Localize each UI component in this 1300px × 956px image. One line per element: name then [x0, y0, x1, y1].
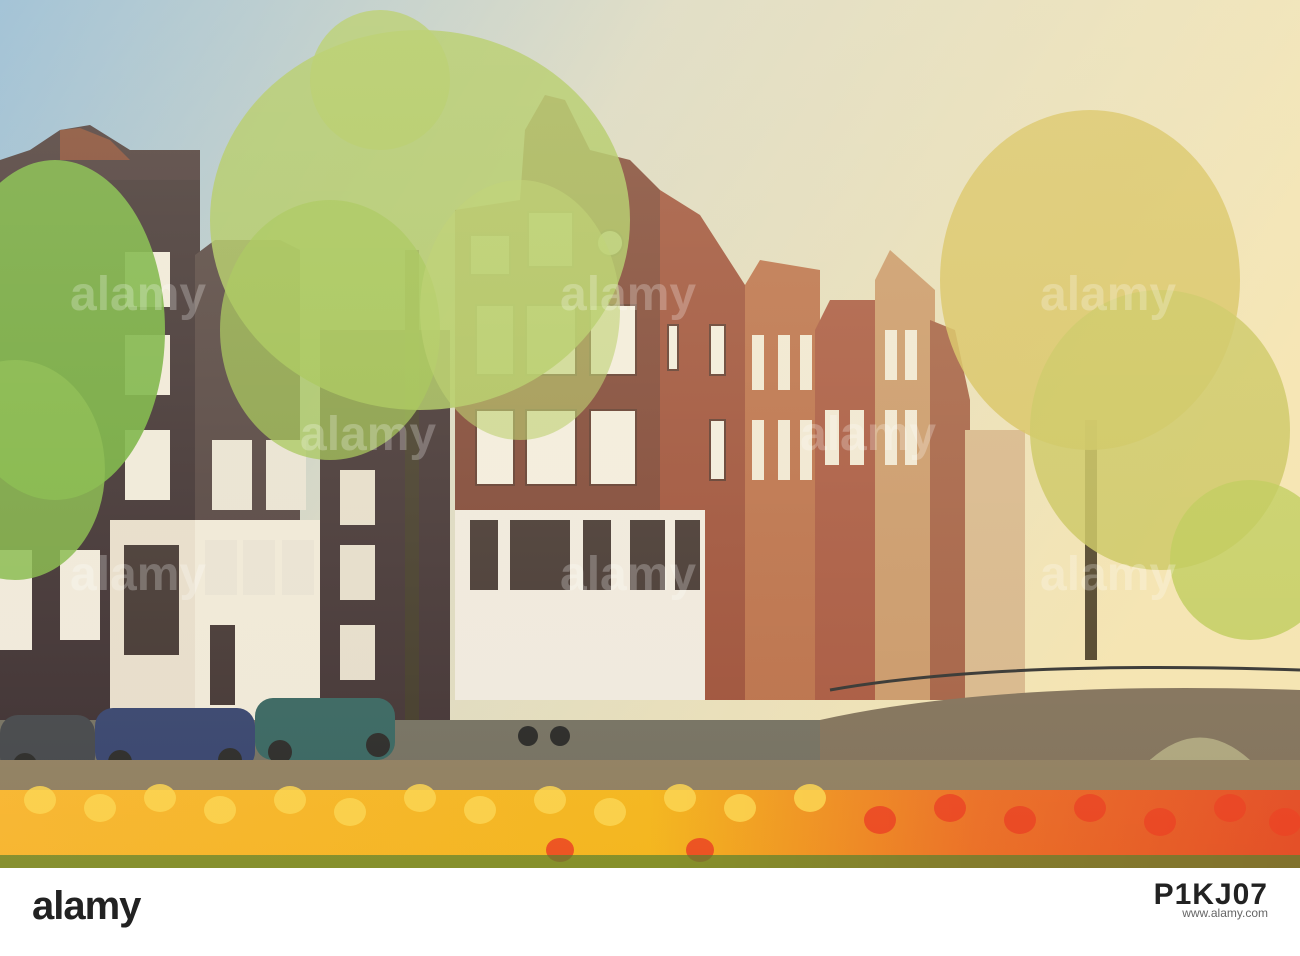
footer-bar: alamy P1KJ07 www.alamy.com	[0, 868, 1300, 956]
svg-text:alamy: alamy	[560, 268, 696, 321]
svg-text:alamy: alamy	[70, 548, 206, 601]
svg-text:alamy: alamy	[560, 548, 696, 601]
svg-text:alamy: alamy	[800, 408, 936, 461]
alamy-logo: alamy	[32, 884, 141, 928]
svg-text:alamy: alamy	[70, 268, 206, 321]
svg-text:alamy: alamy	[300, 408, 436, 461]
image-id: P1KJ07	[1153, 878, 1268, 911]
warm-haze	[0, 0, 1300, 868]
photo: alamy alamy alamy alamy alamy alamy alam…	[0, 0, 1300, 868]
scene-svg: alamy alamy alamy alamy alamy alamy alam…	[0, 0, 1300, 868]
svg-text:alamy: alamy	[1040, 268, 1176, 321]
svg-text:alamy: alamy	[1040, 548, 1176, 601]
image-meta: P1KJ07 www.alamy.com	[1153, 878, 1268, 922]
